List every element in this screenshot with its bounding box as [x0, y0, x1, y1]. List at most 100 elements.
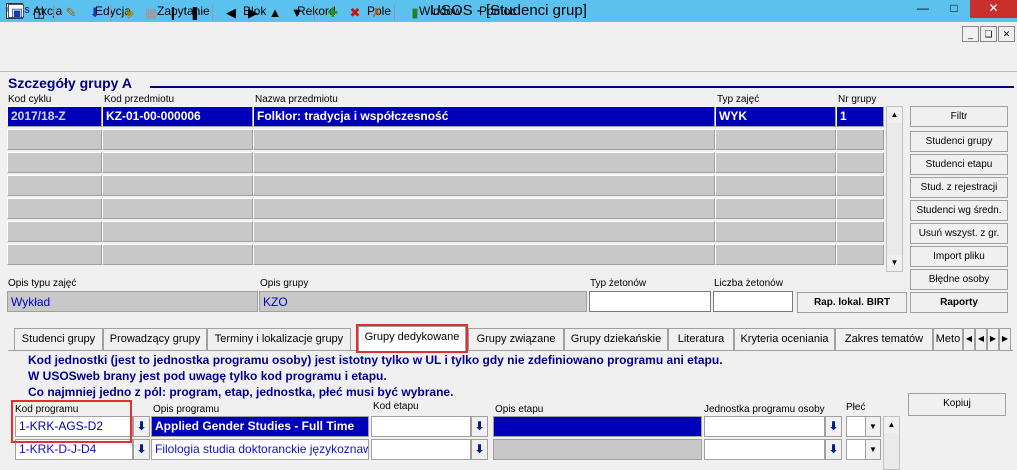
kod-etapu-cell[interactable] — [371, 439, 471, 460]
opis-programu-cell[interactable]: Filologia studia doktoranckie językoznaw… — [151, 439, 369, 460]
filtr-button[interactable]: Filtr — [910, 106, 1008, 127]
menu-window[interactable]: Window — [419, 4, 462, 18]
save-icon[interactable]: ▣ — [8, 4, 26, 22]
empty-cell[interactable] — [102, 221, 253, 242]
chevron-down-icon[interactable]: ▼ — [865, 417, 880, 436]
empty-cell[interactable] — [7, 152, 102, 173]
tab-scroll-last-icon[interactable]: ▶ — [999, 328, 1011, 350]
empty-cell[interactable] — [715, 221, 836, 242]
empty-cell[interactable] — [253, 129, 715, 150]
empty-cell[interactable] — [253, 244, 715, 265]
tab-scroll-first-icon[interactable]: ◀ — [963, 328, 975, 350]
jednostka-cell[interactable] — [704, 439, 825, 460]
empty-cell[interactable] — [102, 152, 253, 173]
empty-cell[interactable] — [102, 244, 253, 265]
cell-nazwa-przedmiotu[interactable]: Folklor: tradycja i współczesność — [253, 106, 715, 127]
group-scrollbar[interactable] — [886, 106, 903, 272]
usun-wszyst-button[interactable]: Usuń wszyst. z gr. — [910, 223, 1008, 244]
empty-cell[interactable] — [836, 129, 884, 150]
bledne-osoby-button[interactable]: Błędne osoby — [910, 269, 1008, 290]
liczba-zetonow-field[interactable] — [713, 291, 793, 312]
kopiuj-button[interactable]: Kopiuj — [908, 393, 1006, 416]
empty-cell[interactable] — [7, 129, 102, 150]
scroll-up-icon[interactable]: ▲ — [887, 107, 902, 123]
tab-prowadzacy-grupy[interactable]: Prowadzący grupy — [103, 328, 207, 350]
empty-cell[interactable] — [7, 244, 102, 265]
query-icon[interactable]: ◈ — [120, 4, 138, 22]
lov-download-icon[interactable]: ⬇ — [471, 439, 488, 460]
tab-literatura[interactable]: Literatura — [668, 328, 734, 350]
bars-alt-icon[interactable]: ❚ — [186, 4, 204, 22]
minimize-icon[interactable]: — — [908, 0, 938, 18]
studenci-grupy-button[interactable]: Studenci grupy — [910, 131, 1008, 152]
scroll-up-icon[interactable]: ▲ — [884, 417, 899, 433]
prev-icon[interactable]: ◀ — [222, 4, 240, 22]
close-icon[interactable]: ✕ — [970, 0, 1017, 18]
empty-cell[interactable] — [836, 198, 884, 219]
chevron-down-icon[interactable]: ▼ — [865, 440, 880, 459]
cell-nr-grupy[interactable]: 1 — [836, 106, 884, 127]
studenci-etapu-button[interactable]: Studenci etapu — [910, 154, 1008, 175]
empty-cell[interactable] — [836, 244, 884, 265]
empty-cell[interactable] — [102, 129, 253, 150]
empty-cell[interactable] — [715, 175, 836, 196]
tab-studenci-grupy[interactable]: Studenci grupy — [14, 328, 103, 350]
cell-typ-zajec[interactable]: WYK — [715, 106, 836, 127]
tab-scroll-next-icon[interactable]: ▶ — [987, 328, 999, 350]
empty-cell[interactable] — [102, 175, 253, 196]
tab-grupy-dziekanskie[interactable]: Grupy dziekańskie — [564, 328, 668, 350]
empty-cell[interactable] — [836, 175, 884, 196]
add-icon[interactable]: ✚ — [324, 4, 342, 22]
opis-etapu-cell[interactable] — [493, 439, 702, 460]
plec-select[interactable]: ▼ — [846, 439, 881, 460]
delete-icon[interactable]: ✖ — [346, 4, 364, 22]
download-icon[interactable]: ⬇ — [86, 4, 104, 22]
import-pliku-button[interactable]: Import pliku — [910, 246, 1008, 267]
empty-cell[interactable] — [102, 198, 253, 219]
opis-grupy-field[interactable]: KZO — [259, 291, 587, 312]
rap-lokal-birt-button[interactable]: Rap. lokal. BIRT — [797, 292, 907, 313]
plec-select[interactable]: ▼ — [846, 416, 881, 437]
empty-cell[interactable] — [836, 152, 884, 173]
lov-download-icon[interactable]: ⬇ — [825, 416, 842, 437]
bars-icon[interactable]: ❙ — [164, 4, 182, 22]
empty-cell[interactable] — [7, 175, 102, 196]
empty-cell[interactable] — [253, 175, 715, 196]
lov-download-icon[interactable]: ⬇ — [133, 439, 150, 460]
tab-grupy-zwiazane[interactable]: Grupy związane — [468, 328, 564, 350]
raporty-button[interactable]: Raporty — [910, 292, 1008, 313]
cell-kod-przedmiotu[interactable]: KZ-01-00-000006 — [102, 106, 253, 127]
lov-download-icon[interactable]: ⬇ — [825, 439, 842, 460]
empty-cell[interactable] — [715, 198, 836, 219]
mdi-minimize-icon[interactable]: _ — [962, 26, 979, 42]
typ-zetonow-field[interactable] — [589, 291, 711, 312]
stud-z-rejestracji-button[interactable]: Stud. z rejestracji — [910, 177, 1008, 198]
tab-meto[interactable]: Meto — [933, 328, 963, 350]
empty-cell[interactable] — [7, 221, 102, 242]
empty-cell[interactable] — [253, 152, 715, 173]
exit-icon[interactable]: ▮ — [406, 4, 424, 22]
up-icon[interactable]: ▲ — [266, 4, 284, 22]
opis-programu-cell[interactable]: Applied Gender Studies - Full Time — [151, 416, 369, 437]
edit-icon[interactable]: ✎ — [62, 4, 80, 22]
opis-etapu-cell[interactable] — [493, 416, 702, 437]
empty-cell[interactable] — [715, 152, 836, 173]
kod-etapu-cell[interactable] — [371, 416, 471, 437]
clear-icon[interactable]: ✗ — [368, 4, 386, 22]
empty-cell[interactable] — [7, 198, 102, 219]
empty-cell[interactable] — [715, 244, 836, 265]
grid-icon[interactable]: ▦ — [142, 4, 160, 22]
tab-zakres-tematow[interactable]: Zakres tematów — [835, 328, 933, 350]
mdi-close-icon[interactable]: ✕ — [998, 26, 1015, 42]
down-icon[interactable]: ▼ — [288, 4, 306, 22]
empty-cell[interactable] — [253, 221, 715, 242]
tab-terminy-i-lokalizacje[interactable]: Terminy i lokalizacje grupy — [207, 328, 351, 350]
print-icon[interactable]: ◫ — [30, 4, 48, 22]
lov-download-icon[interactable]: ⬇ — [471, 416, 488, 437]
cell-kod-cyklu[interactable]: 2017/18-Z — [7, 106, 102, 127]
empty-cell[interactable] — [253, 198, 715, 219]
tab-kryteria-oceniania[interactable]: Kryteria oceniania — [734, 328, 835, 350]
tab-scroll-prev-icon[interactable]: ◀ — [975, 328, 987, 350]
next-icon[interactable]: ▶ — [244, 4, 262, 22]
studenci-wg-sredn-button[interactable]: Studenci wg średn. — [910, 200, 1008, 221]
